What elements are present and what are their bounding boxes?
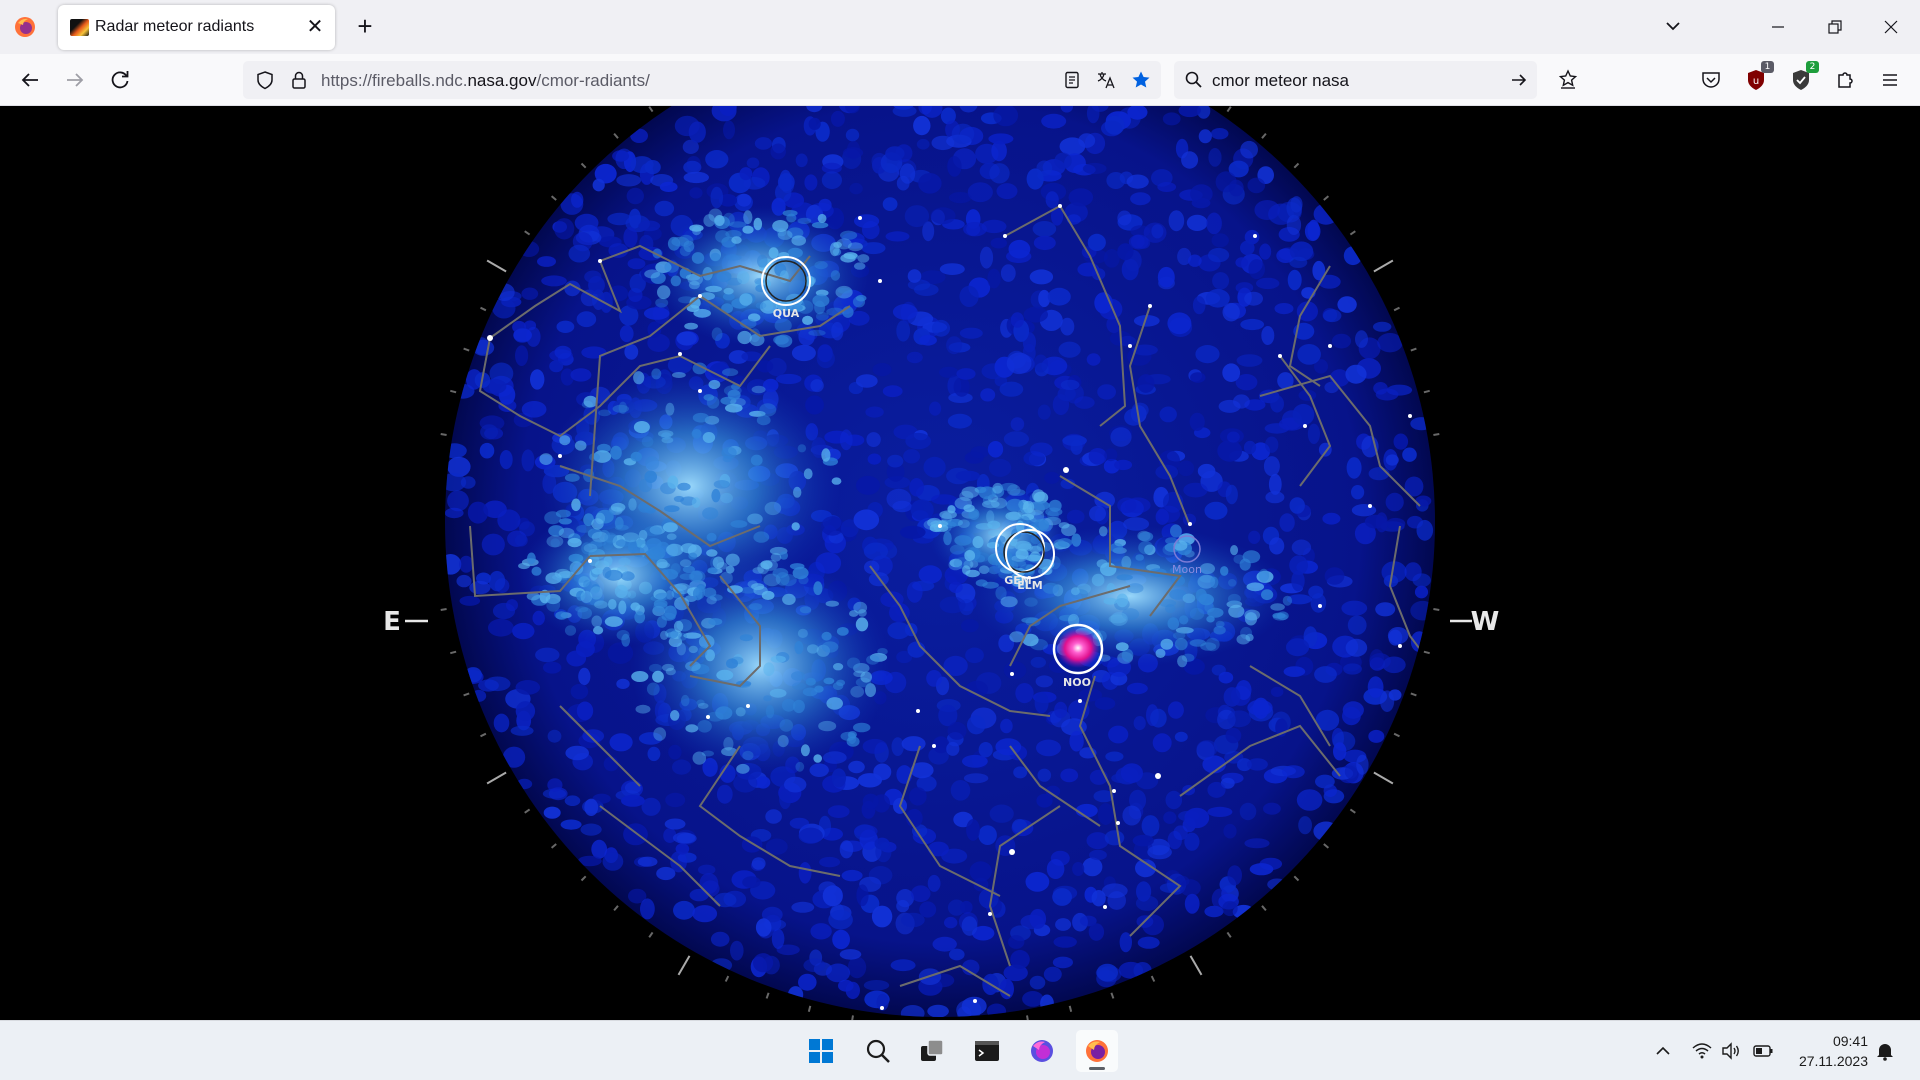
back-icon[interactable] (14, 64, 46, 96)
taskbar-search-button[interactable] (857, 1030, 899, 1072)
translate-icon[interactable] (1095, 69, 1117, 91)
extensions-puzzle-icon[interactable] (1830, 65, 1860, 95)
start-icon (809, 1039, 833, 1063)
volume-icon[interactable] (1720, 1041, 1742, 1061)
reload-icon[interactable] (104, 64, 136, 96)
extension-badge: 2 (1806, 61, 1819, 73)
list-all-tabs-icon[interactable] (1658, 14, 1688, 40)
ublock-origin-extension-button[interactable]: u 1 (1741, 61, 1774, 95)
reader-view-icon[interactable] (1061, 69, 1083, 91)
tracking-protection-shield-icon[interactable] (254, 69, 276, 91)
bookmark-star-icon[interactable] (1130, 69, 1152, 91)
firefox-nightly-button[interactable] (1021, 1030, 1063, 1072)
tab-strip: Radar meteor radiants ✕ + (0, 0, 1920, 54)
forward-icon[interactable] (59, 64, 91, 96)
shower-label-qua: QUA (773, 307, 800, 320)
lock-icon[interactable] (288, 69, 310, 91)
url-bar[interactable]: https://fireballs.ndc.nasa.gov/cmor-radi… (243, 61, 1161, 99)
west-direction-label: W (1471, 607, 1500, 637)
page-content: E W QUA GEM ELM NOO Moon (0, 106, 1920, 1020)
new-tab-button[interactable]: + (349, 11, 381, 43)
shower-label-elm: ELM (1017, 579, 1042, 592)
firefox-button[interactable] (1076, 1030, 1118, 1072)
url-path: /cmor-radiants/ (536, 71, 650, 90)
clock-date: 27.11.2023 (1798, 1053, 1868, 1069)
show-hidden-icons-chevron-icon[interactable] (1652, 1041, 1674, 1061)
pocket-icon[interactable] (1696, 65, 1726, 95)
shower-label-noo: NOO (1063, 676, 1091, 689)
terminal-button[interactable] (966, 1030, 1008, 1072)
wifi-icon[interactable] (1691, 1041, 1713, 1061)
terminal-icon (975, 1041, 999, 1061)
search-icon (866, 1039, 890, 1063)
battery-icon[interactable] (1752, 1041, 1774, 1061)
clock-time: 09:41 (1832, 1033, 1868, 1049)
navigation-toolbar: https://fireballs.ndc.nasa.gov/cmor-radi… (0, 54, 1920, 106)
url-text[interactable]: https://fireballs.ndc.nasa.gov/cmor-radi… (321, 71, 650, 91)
start-button[interactable] (800, 1030, 842, 1072)
search-input[interactable]: cmor meteor nasa (1212, 71, 1349, 91)
tab-favicon-icon (70, 19, 89, 36)
hamburger-menu-icon[interactable] (1875, 65, 1905, 95)
extension-two-button[interactable]: 2 (1786, 61, 1819, 95)
windows-taskbar: 09:41 27.11.2023 (0, 1020, 1920, 1080)
restore-icon[interactable] (1820, 12, 1850, 42)
east-direction-label: E (383, 607, 401, 637)
minimize-icon[interactable] (1763, 12, 1793, 42)
url-prefix: https://fireballs.ndc. (321, 71, 468, 90)
url-domain: nasa.gov (467, 71, 537, 90)
tab-close-icon[interactable]: ✕ (303, 15, 327, 39)
radar-radiant-sky-map[interactable]: E W QUA GEM ELM NOO Moon (0, 106, 1920, 1020)
svg-text:u: u (1753, 76, 1759, 87)
search-icon (1185, 71, 1202, 88)
active-app-indicator (1089, 1067, 1105, 1070)
tab-radar-meteor-radiants[interactable]: Radar meteor radiants ✕ (58, 5, 335, 50)
ublock-badge: 1 (1761, 61, 1774, 73)
firefox-nightly-icon (1031, 1040, 1053, 1062)
tab-title: Radar meteor radiants (95, 18, 255, 35)
moon-label: Moon (1172, 563, 1202, 576)
system-clock[interactable]: 09:41 27.11.2023 (1786, 1031, 1868, 1071)
bookmarks-menu-icon[interactable] (1553, 65, 1583, 95)
notification-bell-icon[interactable] (1874, 1041, 1896, 1061)
task-view-icon (921, 1039, 944, 1061)
search-bar[interactable]: cmor meteor nasa (1174, 61, 1537, 99)
close-window-icon[interactable] (1876, 12, 1906, 42)
firefox-menu-icon[interactable] (14, 16, 36, 38)
search-go-arrow-icon[interactable] (1509, 70, 1529, 90)
task-view-button[interactable] (911, 1030, 953, 1072)
firefox-icon (1086, 1040, 1108, 1062)
